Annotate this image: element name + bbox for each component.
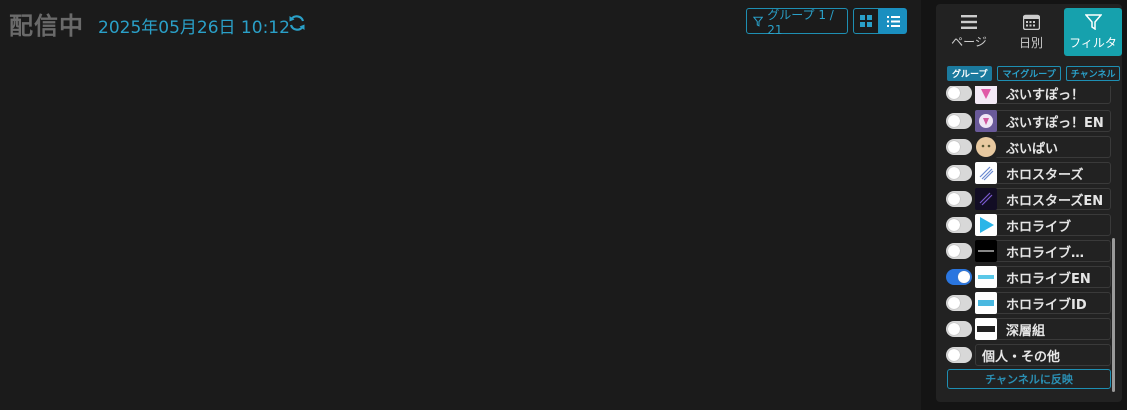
group-logo — [975, 214, 997, 236]
group-logo — [975, 318, 997, 340]
group-toggle[interactable] — [946, 243, 972, 259]
group-row: ホロスターズ — [946, 162, 1112, 184]
group-logo — [975, 86, 997, 104]
group-toggle[interactable] — [946, 86, 972, 101]
filter-panel: ページ 日別 フィルタ グループ マイグループ チャンネル ぶいすぽっ！ ぶいす… — [936, 4, 1122, 402]
grid-icon — [860, 15, 872, 27]
group-logo — [975, 136, 997, 158]
group-logo — [975, 292, 997, 314]
group-row: ぶいすぽっ！ — [946, 86, 1112, 104]
group-toggle[interactable] — [946, 269, 972, 285]
group-toggle[interactable] — [946, 113, 972, 129]
group-name: ホロライブID — [1006, 298, 1087, 313]
list-icon — [886, 15, 900, 27]
group-toggle[interactable] — [946, 191, 972, 207]
group-name: 個人・その他 — [982, 350, 1061, 365]
group-row: ぶいぱい — [946, 136, 1112, 158]
tab-filter[interactable]: フィルタ — [1064, 8, 1122, 56]
group-name: ホロライブ — [1006, 220, 1072, 235]
refresh-icon[interactable] — [287, 13, 307, 33]
group-name: ホロスターズ — [1006, 168, 1084, 183]
group-row: ホロライブ — [946, 214, 1112, 236]
group-row: ホロスターズEN — [946, 188, 1112, 210]
group-row: ホロライブ… — [946, 240, 1112, 262]
group-logo — [975, 162, 997, 184]
apply-to-channels-button[interactable]: チャンネルに反映 — [947, 369, 1111, 389]
main-area: 配信中 2025年05月26日 10:12 グループ 1 / 21 — [0, 0, 921, 410]
group-name: ぶいすぽっ！ — [1006, 88, 1085, 103]
group-name: ホロライブ… — [1006, 246, 1085, 261]
tab-filter-label: フィルタ — [1069, 35, 1117, 50]
panel-tabs: ページ 日別 フィルタ — [936, 4, 1122, 58]
filter-icon — [1084, 13, 1102, 30]
filter-subtabs: グループ マイグループ チャンネル — [947, 66, 1121, 81]
group-toggle[interactable] — [946, 295, 972, 311]
group-row: ホロライブID — [946, 292, 1112, 314]
group-select-button[interactable]: グループ 1 / 21 — [746, 7, 848, 37]
calendar-icon — [1022, 14, 1040, 30]
group-logo — [975, 240, 997, 262]
group-row: 深層組 — [946, 318, 1112, 340]
group-list: ぶいすぽっ！ ぶいすぽっ！EN ぶいぱい ホロスターズ ホロスターズEN ホロラ… — [936, 86, 1122, 374]
hamburger-icon — [961, 14, 977, 29]
list-view-button[interactable] — [879, 8, 907, 34]
tab-page-label: ページ — [951, 34, 987, 49]
group-name: ぶいすぽっ！EN — [1006, 116, 1104, 131]
group-toggle[interactable] — [946, 347, 972, 363]
group-name: ホロスターズEN — [1006, 194, 1104, 209]
group-toggle[interactable] — [946, 321, 972, 337]
group-toggle[interactable] — [946, 165, 972, 181]
group-toggle[interactable] — [946, 139, 972, 155]
subtab-my-group[interactable]: マイグループ — [997, 66, 1061, 81]
group-logo — [975, 266, 997, 288]
group-row: ぶいすぽっ！EN — [946, 110, 1112, 132]
group-logo — [975, 188, 997, 210]
tab-daily[interactable]: 日別 — [1002, 8, 1060, 56]
subtab-group[interactable]: グループ — [947, 66, 993, 81]
tab-page[interactable]: ページ — [940, 8, 998, 56]
group-logo — [975, 110, 997, 132]
group-name: 深層組 — [1006, 324, 1046, 339]
group-toggle[interactable] — [946, 217, 972, 233]
filter-icon — [753, 16, 764, 27]
group-list-scrollbar[interactable] — [1112, 238, 1115, 392]
subtab-channel[interactable]: チャンネル — [1065, 66, 1121, 81]
group-row: ホロライブEN — [946, 266, 1112, 288]
page-title: 配信中 — [9, 12, 84, 40]
tab-daily-label: 日別 — [1018, 35, 1043, 50]
current-datetime: 2025年05月26日 10:12 — [98, 18, 290, 38]
group-select-label: グループ 1 / 21 — [767, 7, 834, 37]
group-name: ぶいぱい — [1006, 142, 1059, 157]
group-row: 個人・その他 — [946, 344, 1112, 366]
group-name: ホロライブEN — [1006, 272, 1091, 287]
grid-view-button[interactable] — [853, 8, 879, 34]
